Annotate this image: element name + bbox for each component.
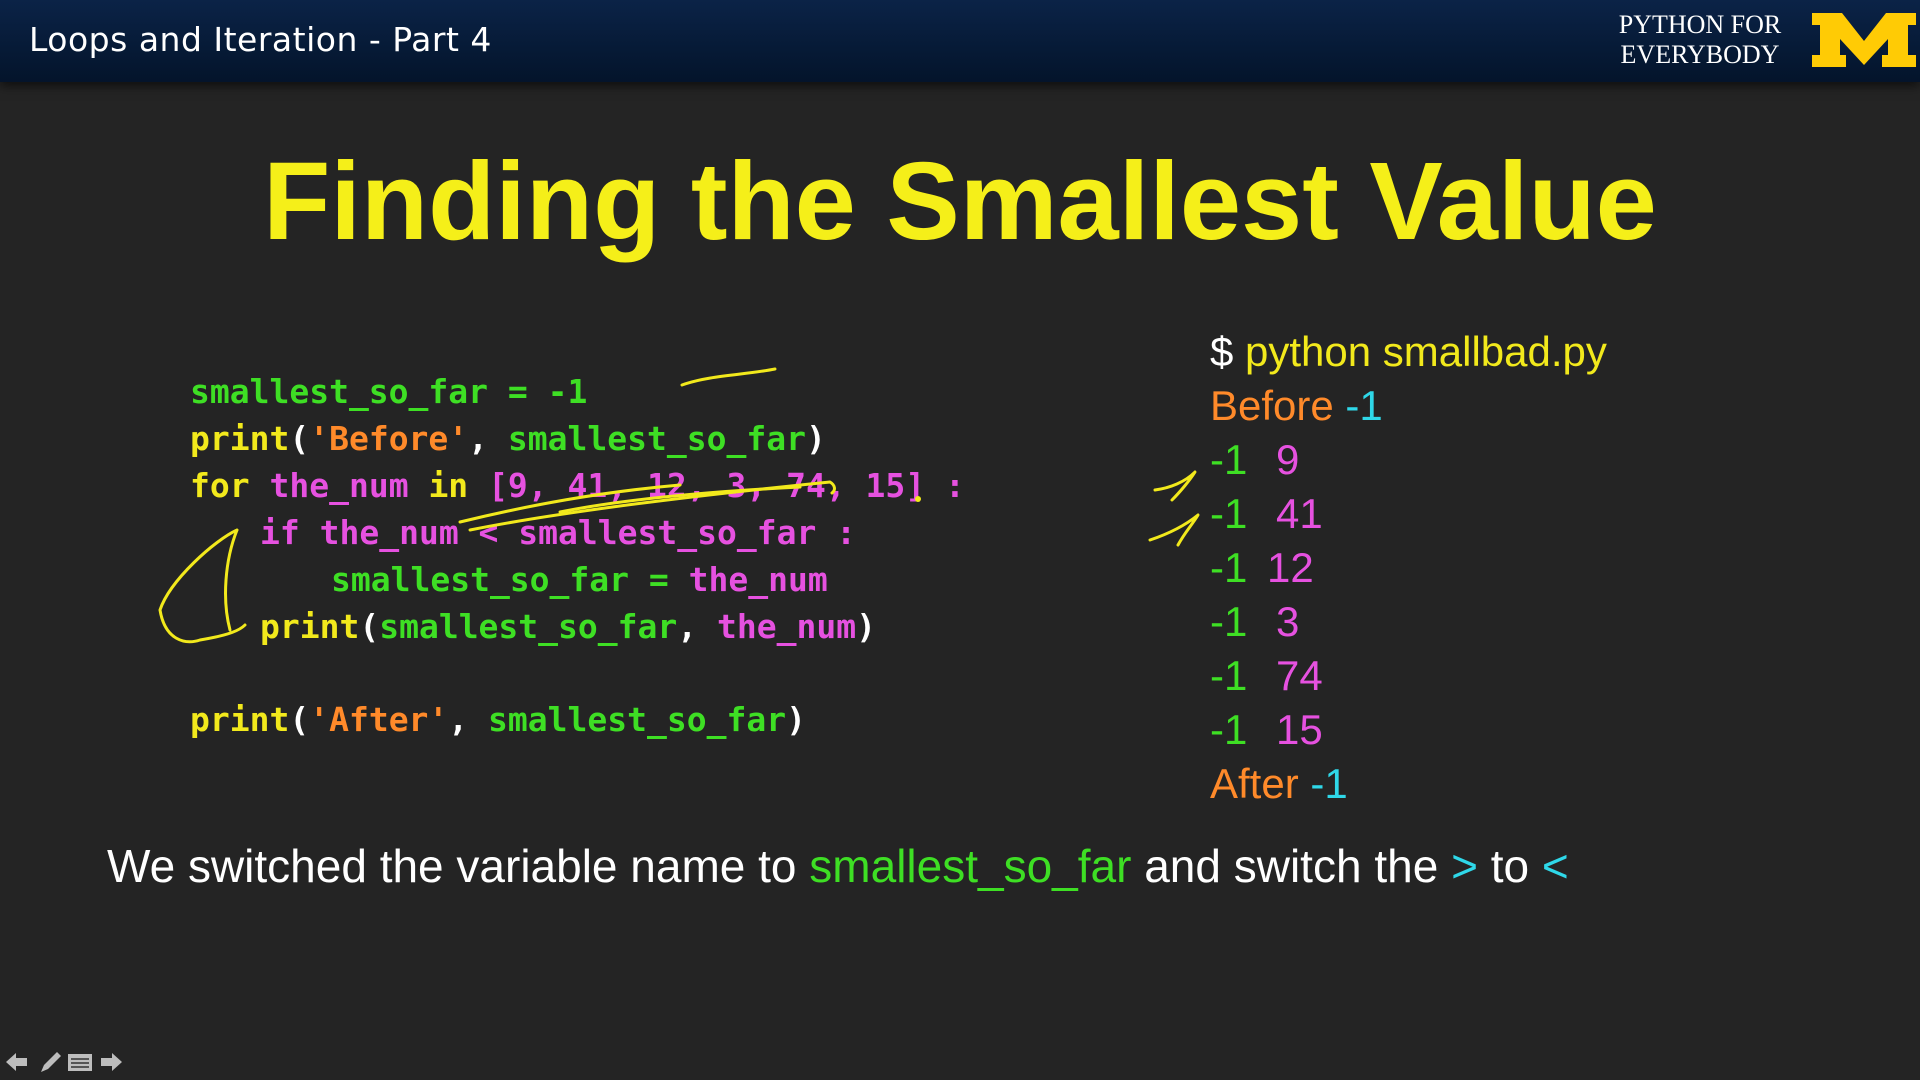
code-paren: ) [786, 700, 806, 739]
code-lhs: smallest_so_far [331, 560, 630, 599]
annotation-arrow-2 [1148, 513, 1200, 547]
output-num: 74 [1276, 652, 1323, 699]
code-line-2: print('Before', smallest_so_far) [190, 419, 826, 459]
brand-line-1: PYTHON FOR [1618, 10, 1782, 39]
code-rhs: the_num [688, 560, 828, 599]
code-line-5: smallest_so_far = the_num [331, 560, 828, 600]
output-num: 9 [1276, 436, 1300, 483]
output-command: $ python smallbad.py [1210, 327, 1607, 377]
code-arg: the_num [716, 607, 857, 646]
code-line-6: print(smallest_so_far, the_num) [260, 607, 876, 647]
code-op: = [629, 560, 689, 599]
code-arg: smallest_so_far [379, 607, 678, 646]
header-bar: Loops and Iteration - Part 4 PYTHON FOR … [0, 0, 1920, 82]
annotation-arrow-1 [1153, 470, 1197, 502]
code-paren: ) [805, 419, 826, 458]
output-row: -1 74 [1210, 651, 1323, 701]
code-colon: : [925, 466, 965, 505]
output-before: Before -1 [1210, 381, 1383, 431]
code-comma: , [468, 419, 508, 458]
code-fn: print [260, 607, 360, 646]
after-value: -1 [1298, 760, 1348, 807]
code-list: [9, 41, 12, 3, 74, 15] [488, 466, 926, 505]
footnote-text: We switched the variable name to [107, 840, 810, 892]
before-label: Before [1210, 382, 1334, 429]
output-num: 3 [1276, 598, 1300, 645]
code-comma: , [677, 607, 717, 646]
footnote-variable: smallest_so_far [809, 840, 1132, 892]
code-line-3: for the_num in [9, 41, 12, 3, 74, 15] : [190, 466, 965, 506]
code-paren: ( [289, 419, 310, 458]
code-var: the_num [269, 466, 409, 505]
code-arg: smallest_so_far [488, 700, 787, 739]
arrow-right-icon[interactable] [98, 1048, 126, 1076]
brand-text: PYTHON FOR EVERYBODY [1600, 10, 1800, 70]
code-op: = [488, 372, 548, 411]
michigan-block-m-icon [1812, 13, 1916, 67]
slide-title: Finding the Smallest Value [263, 140, 1657, 263]
slide-page: Loops and Iteration - Part 4 PYTHON FOR … [0, 0, 1920, 1080]
prompt-symbol: $ [1210, 328, 1246, 375]
output-row: -1 12 [1210, 543, 1314, 593]
code-line-4: if the_num < smallest_so_far : [260, 513, 856, 553]
footnote-text: and switch the [1131, 840, 1452, 892]
code-string: 'After' [309, 700, 449, 739]
footnote-text: to [1477, 840, 1542, 892]
code-line-1: smallest_so_far = -1 [190, 372, 587, 412]
code-fn: print [190, 419, 290, 458]
after-label: After [1210, 760, 1299, 807]
code-line-7: print('After', smallest_so_far) [190, 700, 806, 740]
output-row: -1 3 [1210, 597, 1299, 647]
code-comma: , [448, 700, 489, 739]
output-num: 12 [1267, 544, 1314, 591]
course-title: Loops and Iteration - Part 4 [29, 20, 492, 59]
output-row: -1 9 [1210, 435, 1299, 485]
command-text: python smallbad.py [1245, 328, 1607, 375]
code-paren: ( [289, 700, 310, 739]
output-row: -1 41 [1210, 489, 1323, 539]
output-smallest: -1 [1210, 652, 1248, 699]
code-fn: print [190, 700, 290, 739]
footnote-lt-symbol: < [1541, 840, 1569, 892]
pen-icon[interactable] [36, 1048, 64, 1076]
annotation-loop-bracket [158, 528, 247, 644]
brand-line-2: EVERYBODY [1620, 40, 1780, 69]
code-string: 'Before' [309, 419, 469, 458]
annotation-underline [680, 367, 777, 387]
code-condition: the_num < smallest_so_far : [299, 513, 857, 552]
output-num: 15 [1276, 706, 1323, 753]
output-row: -1 15 [1210, 705, 1323, 755]
output-smallest: -1 [1210, 598, 1248, 645]
code-value: -1 [547, 372, 588, 411]
code-keyword-in: in [428, 466, 469, 505]
output-after: After -1 [1210, 759, 1348, 809]
output-smallest: -1 [1210, 436, 1248, 483]
code-keyword-for: for [190, 466, 250, 505]
slide-nav-controls [0, 1048, 130, 1078]
arrow-left-icon[interactable] [2, 1048, 30, 1076]
slide-footnote: We switched the variable name to smalles… [107, 839, 1569, 893]
code-arg: smallest_so_far [507, 419, 806, 458]
output-smallest: -1 [1210, 490, 1248, 537]
code-keyword-if: if [260, 513, 300, 552]
code-paren: ) [856, 607, 876, 646]
before-value: -1 [1333, 382, 1383, 429]
footnote-gt-symbol: > [1451, 840, 1478, 892]
menu-icon[interactable] [66, 1048, 94, 1076]
code-var: smallest_so_far [190, 372, 489, 411]
output-smallest: -1 [1210, 706, 1248, 753]
code-paren: ( [359, 607, 380, 646]
output-smallest: -1 [1210, 544, 1248, 591]
output-num: 41 [1276, 490, 1323, 537]
